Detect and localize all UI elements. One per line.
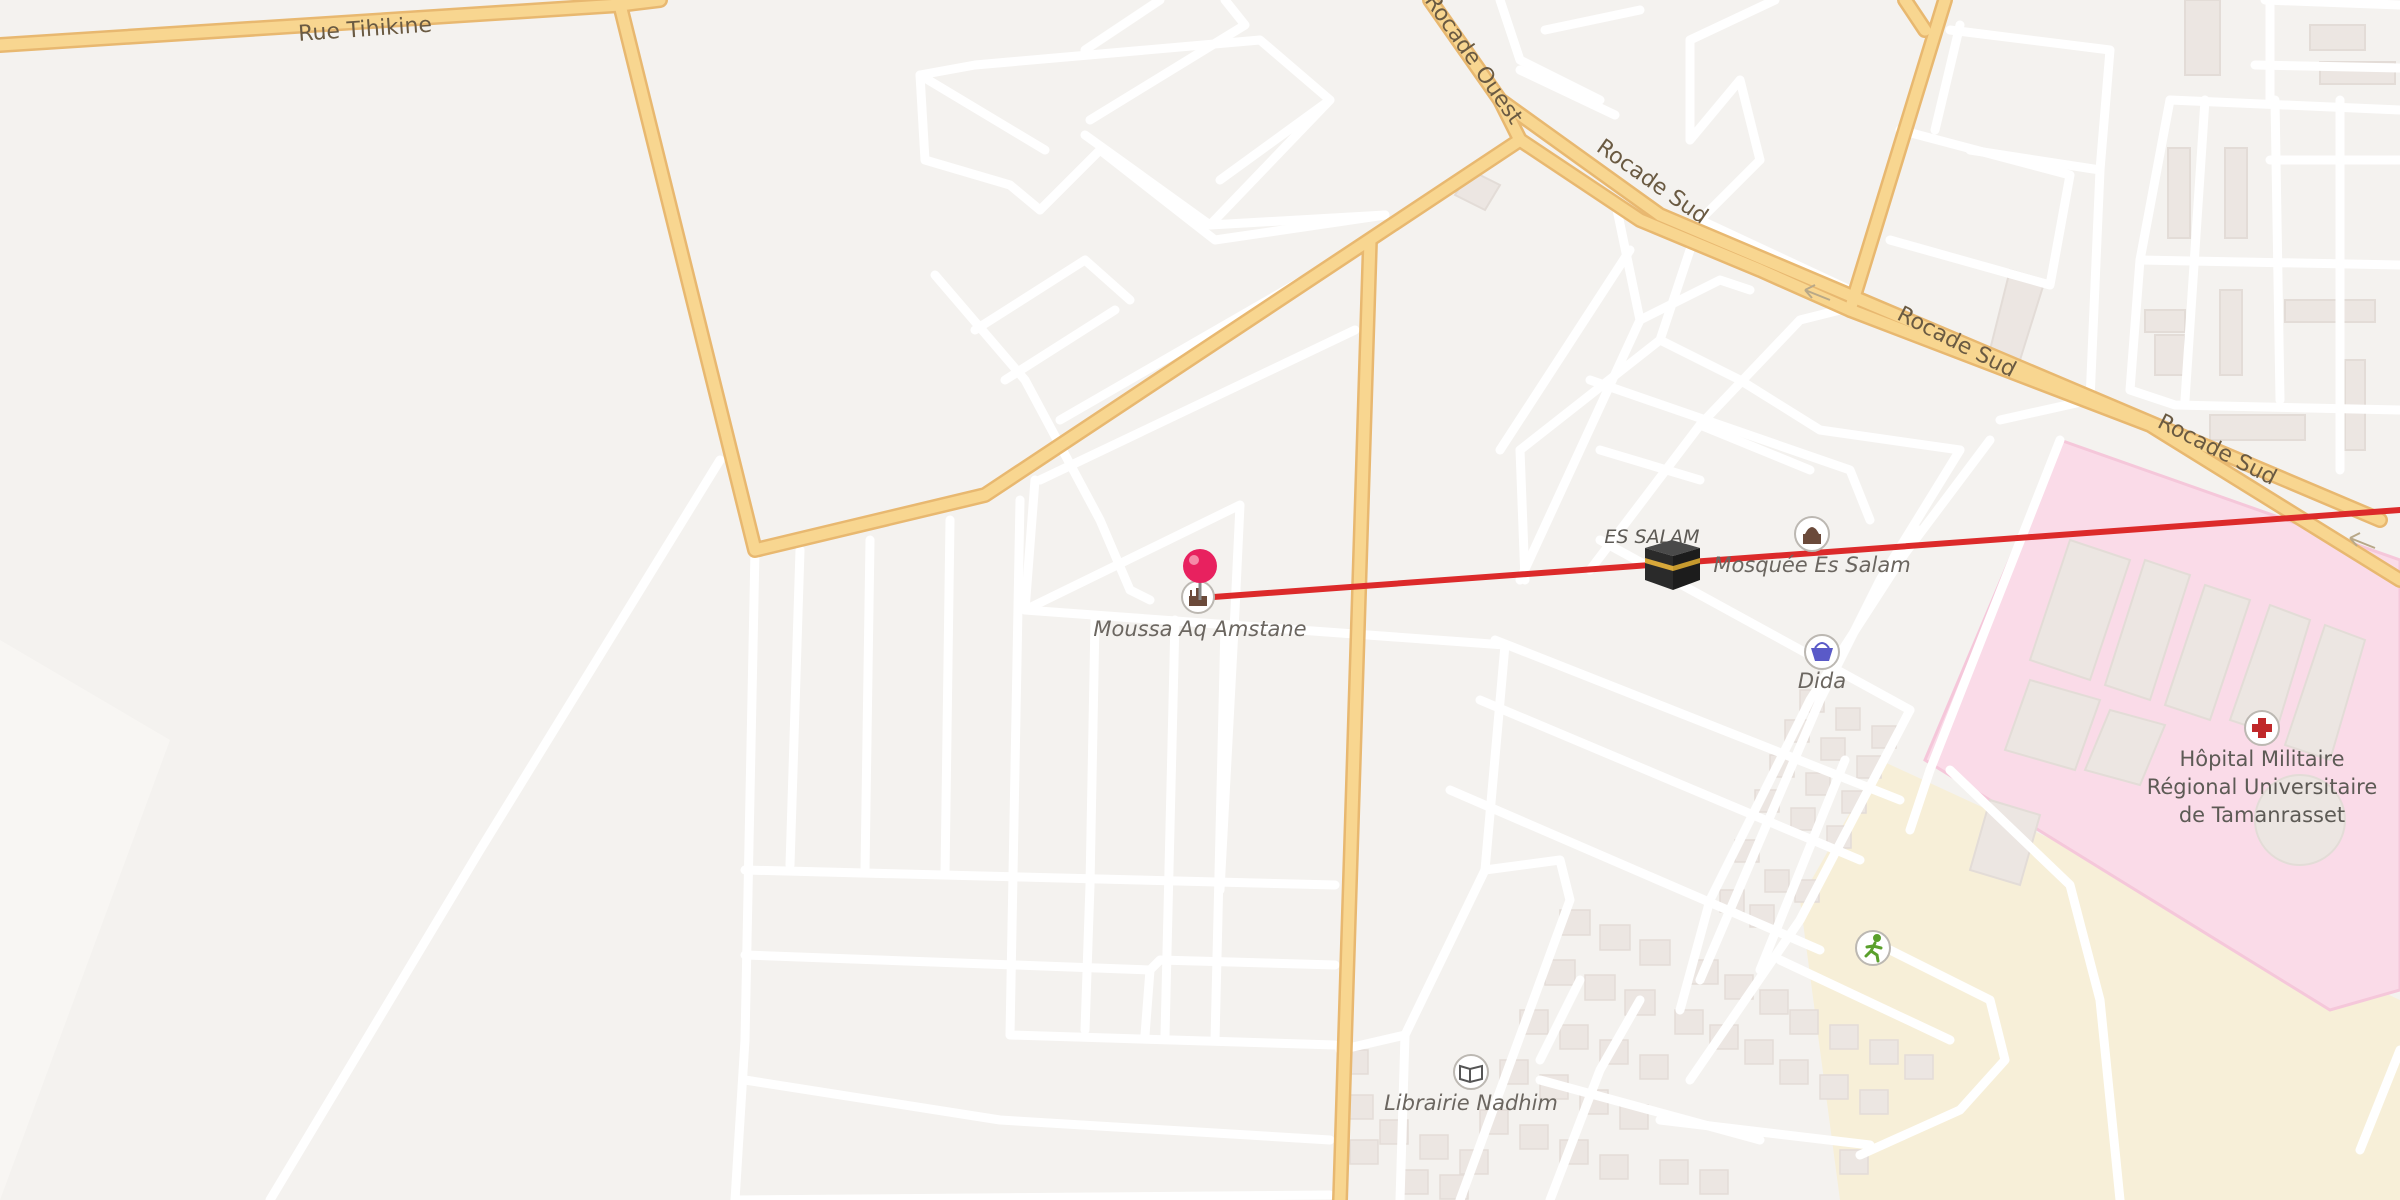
map-view[interactable]: Rue Tihikine Rocade Ouest Rocade Sud Roc… <box>0 0 2400 1200</box>
kaaba-icon <box>1645 540 1700 590</box>
poi-label-hospital-2: Régional Universitaire <box>2147 775 2378 799</box>
poi-label-hospital-1: Hôpital Militaire <box>2179 747 2344 771</box>
poi-label-librairie: Librairie Nadhim <box>1384 1091 1558 1115</box>
poi-sport[interactable] <box>1855 930 1891 966</box>
poi-label-dida: Dida <box>1798 669 1846 693</box>
map-canvas[interactable]: Rue Tihikine Rocade Ouest Rocade Sud Roc… <box>0 0 2400 1200</box>
poi-label-mosquee: Mosquée Es Salam <box>1713 553 1910 577</box>
poi-label-hospital-3: de Tamanrasset <box>2179 803 2345 827</box>
poi-label-moussa: Moussa Aq Amstane <box>1093 617 1306 641</box>
